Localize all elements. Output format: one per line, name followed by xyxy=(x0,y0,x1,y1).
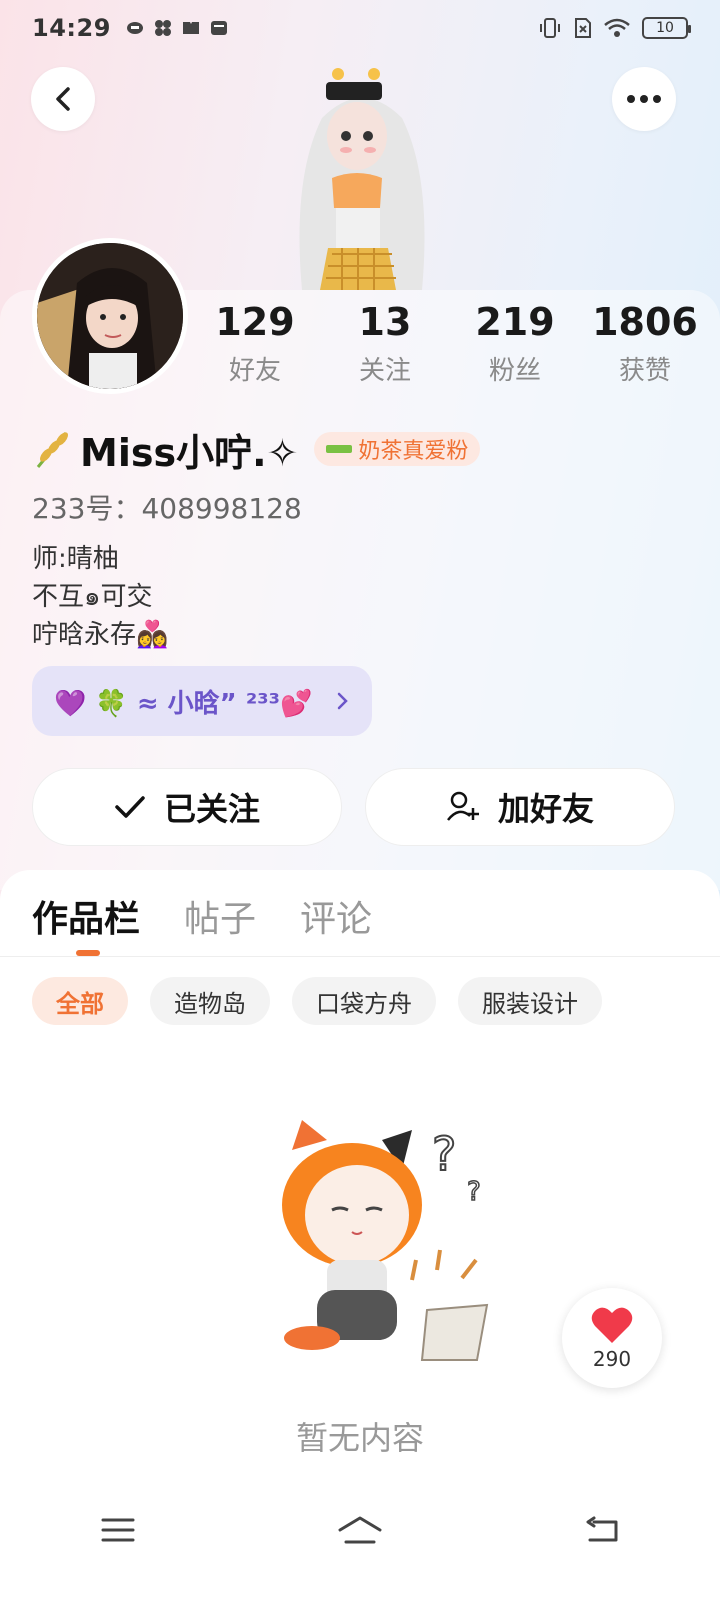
follow-button[interactable]: 已关注 xyxy=(32,768,342,846)
status-bar: 14:29 10 xyxy=(0,0,720,56)
wallet-icon xyxy=(210,21,227,35)
stat-likes[interactable]: 1806 获赞 xyxy=(580,300,710,387)
wifi-icon xyxy=(604,18,630,37)
uid-label: 233号： xyxy=(32,492,142,525)
bio-line: 师:晴柚 xyxy=(32,544,119,574)
stat-label: 粉丝 xyxy=(488,356,541,386)
like-count: 290 xyxy=(592,1347,632,1371)
tab-bar: 作品栏 帖子 评论 xyxy=(32,890,372,942)
back-nav-icon[interactable] xyxy=(584,1516,620,1544)
bio-line: 不互๑可交 xyxy=(32,582,153,612)
tab-comments[interactable]: 评论 xyxy=(300,890,372,942)
home-icon[interactable] xyxy=(336,1514,384,1546)
avatar-photo xyxy=(37,243,183,389)
filter-all[interactable]: 全部 xyxy=(32,977,128,1025)
svg-text:?: ? xyxy=(467,1177,481,1207)
more-horizontal-icon xyxy=(627,95,661,103)
group-chip-label: 💜 🍀 ≈ 小晗” ²³³💕 xyxy=(54,688,313,719)
user-bio: 师:晴柚 不互๑可交 咛晗永存👩‍❤️‍👩 xyxy=(32,540,168,654)
battery-icon: 10 xyxy=(642,17,691,39)
add-user-icon xyxy=(447,791,479,821)
stat-value: 219 xyxy=(475,300,555,344)
user-id[interactable]: 233号：408998128 xyxy=(32,487,302,527)
vibrate-icon xyxy=(540,18,560,38)
fan-badge[interactable]: 奶茶真爱粉 xyxy=(314,432,481,466)
svg-text:?: ? xyxy=(432,1127,456,1181)
tab-posts[interactable]: 帖子 xyxy=(184,890,256,942)
no-sim-icon xyxy=(575,18,591,38)
badge-label: 奶茶真爱粉 xyxy=(358,439,469,464)
stat-label: 获赞 xyxy=(618,356,671,386)
app-icon-1 xyxy=(126,22,143,34)
stat-value: 129 xyxy=(215,300,295,344)
status-time: 14:29 xyxy=(32,14,111,42)
stat-friends[interactable]: 129 好友 xyxy=(190,300,320,387)
heart-icon xyxy=(591,1307,633,1343)
group-chip[interactable]: 💜 🍀 ≈ 小晗” ²³³💕 xyxy=(32,666,372,736)
bio-line: 咛晗永存👩‍❤️‍👩 xyxy=(32,620,169,650)
character-avatar-image xyxy=(299,68,425,290)
battery-level: 10 xyxy=(656,20,674,36)
stat-followers[interactable]: 219 粉丝 xyxy=(450,300,580,387)
like-button[interactable]: 290 xyxy=(562,1288,662,1388)
stat-label: 关注 xyxy=(358,356,411,386)
menu-icon[interactable] xyxy=(100,1516,136,1544)
add-friend-label: 加好友 xyxy=(497,790,594,828)
tab-works[interactable]: 作品栏 xyxy=(32,890,140,942)
stat-value: 13 xyxy=(358,300,412,344)
name-row: Miss小咛.✧ 奶茶真爱粉 xyxy=(32,425,481,475)
uid-value: 408998128 xyxy=(141,492,302,525)
stat-following[interactable]: 13 关注 xyxy=(320,300,450,387)
profile-avatar[interactable] xyxy=(32,238,188,394)
follow-label: 已关注 xyxy=(163,790,260,828)
filter-costume-design[interactable]: 服装设计 xyxy=(458,977,602,1025)
divider xyxy=(0,956,720,957)
stat-value: 1806 xyxy=(592,300,698,344)
filter-chips: 全部 造物岛 口袋方舟 服装设计 xyxy=(32,977,602,1025)
system-nav-bar xyxy=(0,1490,720,1570)
back-button[interactable] xyxy=(31,67,95,131)
book-icon xyxy=(182,22,199,34)
more-button[interactable] xyxy=(612,67,676,131)
user-name: Miss小咛.✧ xyxy=(80,430,299,475)
badge-tag-icon xyxy=(326,445,353,453)
check-icon xyxy=(115,796,145,818)
profile-stats: 129 好友 13 关注 219 粉丝 1806 获赞 xyxy=(190,300,710,387)
chevron-right-icon xyxy=(337,692,348,710)
filter-pocket-ark[interactable]: 口袋方舟 xyxy=(292,977,436,1025)
stat-label: 好友 xyxy=(228,356,281,386)
add-friend-button[interactable]: 加好友 xyxy=(365,768,675,846)
empty-state-text: 暂无内容 xyxy=(295,1419,424,1457)
wheat-icon xyxy=(36,432,68,468)
empty-state-illustration: ? ? xyxy=(282,1120,489,1361)
app-icon-2 xyxy=(154,20,171,36)
chevron-left-icon xyxy=(56,87,70,111)
filter-zaowudao[interactable]: 造物岛 xyxy=(150,977,270,1025)
